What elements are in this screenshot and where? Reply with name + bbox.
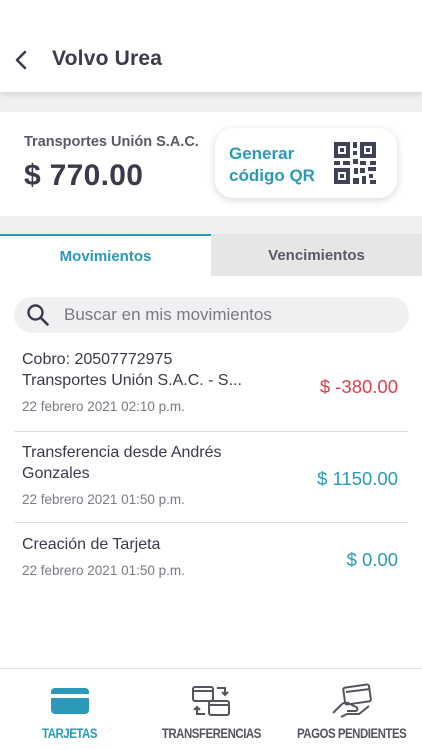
transaction-date: 22 febrero 2021 02:10 p.m. [22, 399, 185, 414]
nav-label: TRANSFERENCIAS [161, 725, 261, 741]
generate-qr-button[interactable]: Generar código QR [215, 128, 397, 198]
transfer-icon [192, 686, 230, 716]
app-header: Volvo Urea [0, 0, 422, 92]
payment-hand-icon [332, 683, 372, 718]
transaction-date: 22 febrero 2021 01:50 p.m. [22, 492, 185, 507]
nav-tarjetas[interactable]: TARJETAS [0, 669, 140, 750]
divider [14, 522, 408, 523]
tab-vencimientos[interactable]: Vencimientos [211, 234, 422, 276]
transaction-item[interactable]: Creación de Tarjeta 22 febrero 2021 01:5… [22, 534, 408, 578]
company-name: Transportes Unión S.A.C. [24, 134, 199, 150]
search-icon [27, 304, 49, 326]
qr-code-icon [334, 142, 376, 184]
tab-bar: Movimientos Vencimientos [0, 234, 422, 276]
card-icon [51, 688, 89, 714]
search-input[interactable] [64, 297, 399, 333]
chevron-left-icon [15, 50, 27, 70]
nav-transferencias[interactable]: TRANSFERENCIAS [140, 669, 282, 750]
tab-movimientos[interactable]: Movimientos [0, 234, 211, 276]
search-bar [14, 297, 409, 333]
page-title: Volvo Urea [52, 47, 163, 70]
bottom-navigation: TARJETAS TRANSFERENCIAS PAGOS PENDIENTES [0, 668, 422, 750]
balance-amount: $ 770.00 [24, 159, 144, 192]
transaction-item[interactable]: Cobro: 20507772975 Transportes Unión S.A… [22, 349, 408, 414]
transaction-amount: $ 0.00 [346, 549, 398, 570]
transaction-item[interactable]: Transferencia desde Andrés Gonzales 22 f… [22, 442, 408, 507]
transaction-amount: $ 1150.00 [317, 468, 398, 489]
qr-button-label: Generar código QR [229, 144, 315, 185]
divider [14, 431, 408, 432]
nav-label: TARJETAS [42, 725, 98, 741]
nav-pagos-pendientes[interactable]: PAGOS PENDIENTES [282, 669, 422, 750]
back-button[interactable] [8, 44, 34, 76]
nav-label: PAGOS PENDIENTES [297, 725, 407, 741]
transaction-amount: $ -380.00 [319, 376, 398, 397]
